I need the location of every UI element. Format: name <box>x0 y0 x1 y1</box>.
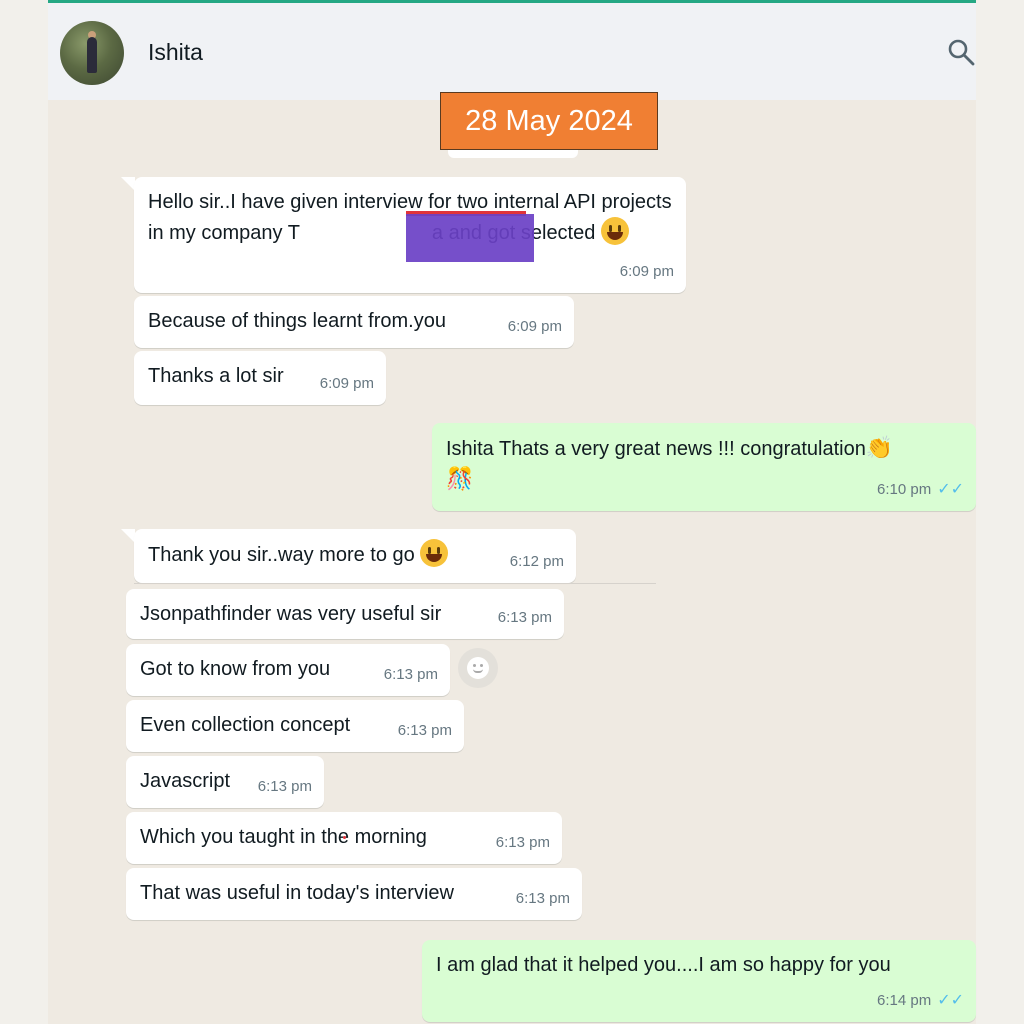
message-text: Even collection concept <box>140 714 351 736</box>
bubble-tail <box>121 529 135 543</box>
date-badge: 28 May 2024 <box>440 92 658 150</box>
message-text: Javascript <box>140 770 231 792</box>
confetti-icon: 🎊 <box>446 466 474 491</box>
message-text: I am glad that it helped you....I am so … <box>436 954 891 976</box>
message-time: 6:12 pm <box>509 553 564 570</box>
message-time: 6:13 pm <box>495 834 550 851</box>
message-time: 6:13 pm <box>383 666 438 683</box>
grinning-face-icon <box>600 217 629 245</box>
message-time: 6:13 pm <box>257 778 312 795</box>
message-time: 6:09 pm <box>507 318 562 335</box>
smiley-icon <box>467 657 489 679</box>
message-text: Which you taught in the morning <box>140 826 427 848</box>
message-text: Jsonpathfinder was very useful sir <box>140 603 442 625</box>
message-text: That was useful in today's interview <box>140 882 454 904</box>
message-time: 6:09 pm <box>619 263 674 280</box>
contact-name[interactable]: Ishita <box>148 39 203 66</box>
message-time: 6:13 pm <box>397 722 452 739</box>
message-bubble-in[interactable]: Thanks a lot sir 6:09 pm <box>134 351 386 405</box>
message-bubble-out[interactable]: Ishita Thats a very great news !!! congr… <box>432 423 976 511</box>
message-time-wrap: 6:10 pm ✓✓ <box>877 475 964 505</box>
message-time: 6:14 pm <box>876 992 932 1009</box>
grinning-face-icon <box>420 539 449 567</box>
message-text: Thanks a lot sir <box>148 365 284 387</box>
message-time: 6:13 pm <box>515 890 570 907</box>
bubble-tail <box>121 177 135 191</box>
message-bubble-in[interactable]: That was useful in today's interview 6:1… <box>126 868 582 920</box>
double-check-icon: ✓✓ <box>937 992 964 1009</box>
red-dot <box>343 836 346 839</box>
avatar[interactable] <box>60 21 124 85</box>
message-bubble-in[interactable]: Javascript 6:13 pm <box>126 756 324 808</box>
chat-header: Ishita <box>48 3 976 100</box>
message-time: 6:09 pm <box>319 375 374 392</box>
avatar-figure <box>87 37 97 73</box>
message-bubble-in[interactable]: Thank you sir..way more to go 6:12 pm <box>134 529 576 583</box>
redaction-box <box>406 214 534 262</box>
message-text: Got to know from you <box>140 658 331 680</box>
message-text: Ishita Thats a very great news !!! congr… <box>446 438 866 460</box>
message-bubble-in[interactable]: Even collection concept 6:13 pm <box>126 700 464 752</box>
message-bubble-in[interactable]: Because of things learnt from.you 6:09 p… <box>134 296 574 348</box>
message-bubble-out[interactable]: I am glad that it helped you....I am so … <box>422 940 976 1022</box>
double-check-icon: ✓✓ <box>937 481 964 498</box>
clapping-hands-icon: 👏 <box>865 435 894 460</box>
selection-divider <box>134 583 656 584</box>
message-time: 6:13 pm <box>497 609 552 626</box>
message-bubble-in[interactable]: Got to know from you 6:13 pm <box>126 644 450 696</box>
message-time: 6:10 pm <box>876 481 932 498</box>
react-emoji-button[interactable] <box>458 648 498 688</box>
message-bubble-in[interactable]: Jsonpathfinder was very useful sir 6:13 … <box>126 589 564 639</box>
message-text: Thank you sir..way more to go <box>148 544 415 566</box>
search-icon[interactable] <box>946 37 976 67</box>
message-time-wrap: 6:14 pm ✓✓ <box>877 986 964 1016</box>
message-text: Because of things learnt from.you <box>148 310 446 332</box>
